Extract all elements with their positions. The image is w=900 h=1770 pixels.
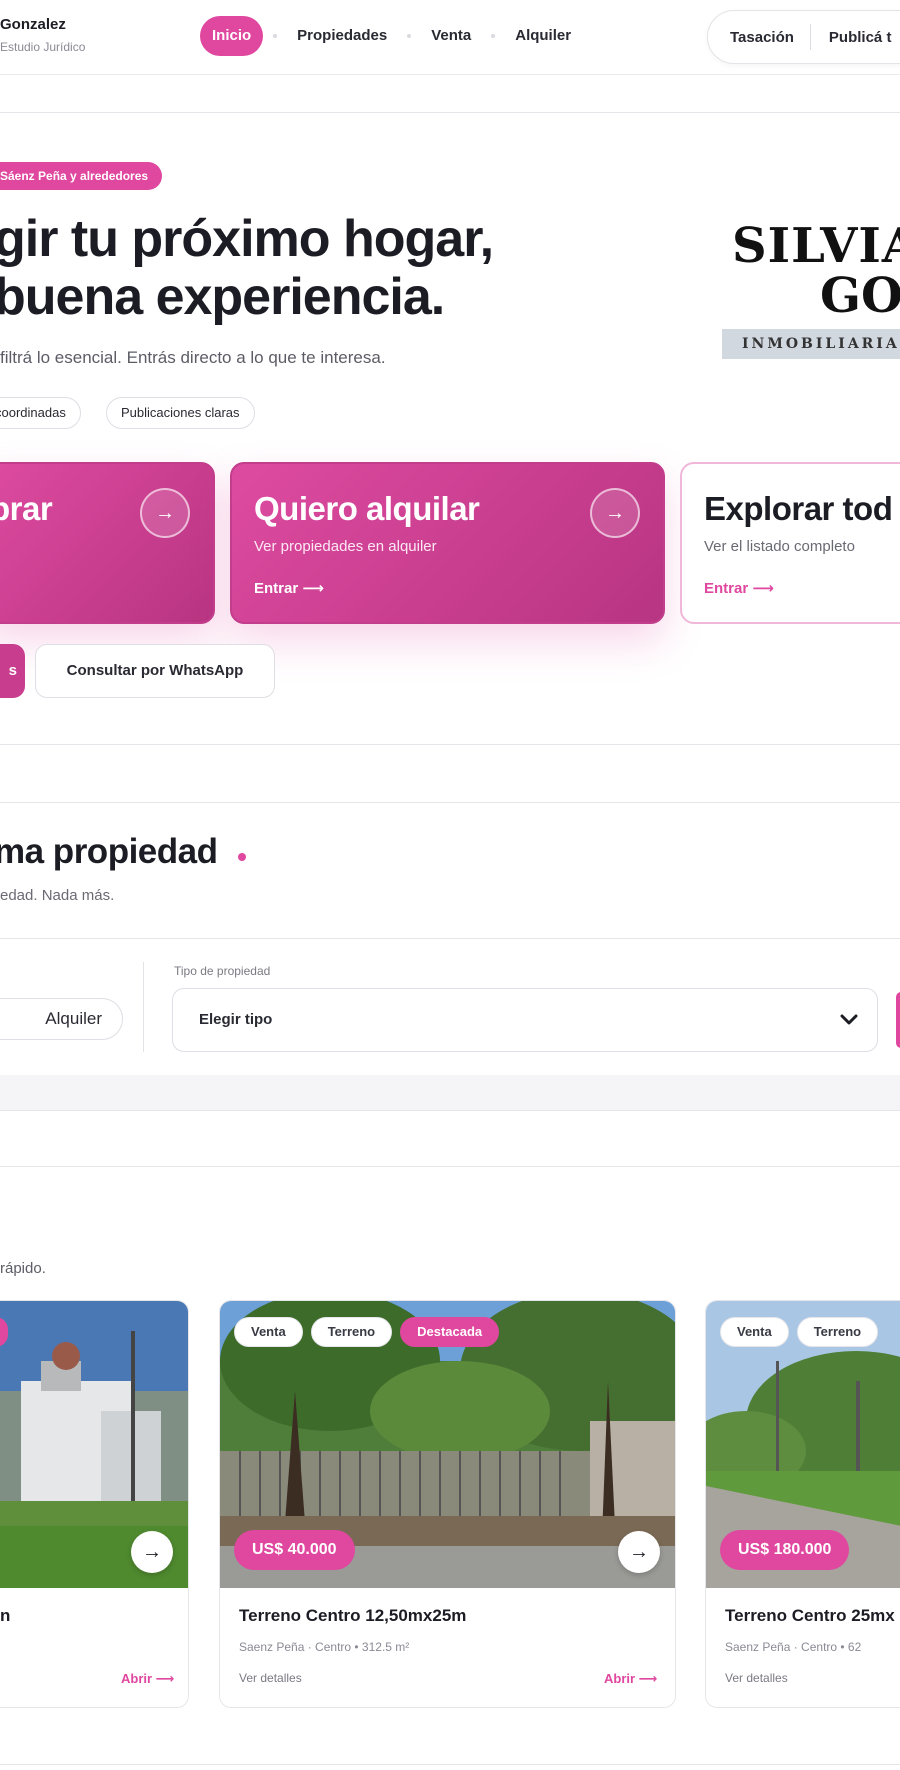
field-divider — [143, 962, 144, 1052]
property-badge: Terreno — [310, 1317, 393, 1347]
hero-title: gir tu próximo hogar, buena experiencia. — [0, 210, 494, 326]
open-arrow-button[interactable]: → — [618, 1531, 660, 1573]
property-type-label: Tipo de propiedad — [174, 964, 271, 978]
section-divider — [0, 1764, 900, 1765]
card-subtitle: Ver el listado completo — [704, 538, 855, 555]
hero-title-line1: gir tu próximo hogar, — [0, 210, 494, 268]
view-details-link[interactable]: Ver detalles — [239, 1671, 302, 1685]
hero-subtitle: filtrá lo esencial. Entrás directo a lo … — [0, 348, 386, 367]
operation-alquiler-toggle[interactable]: Alquiler — [0, 998, 123, 1040]
primary-cta-button[interactable]: s — [0, 644, 25, 698]
property-photo[interactable]: Venta Terreno Destacada US$ 40.000 → — [220, 1301, 675, 1588]
feature-chip: coordinadas — [0, 397, 81, 429]
logo-tagline: INMOBILIARIA - — [722, 329, 900, 359]
property-badges: Venta Terreno Destacada — [234, 1317, 500, 1347]
property-badge: s — [0, 1317, 9, 1347]
property-card[interactable]: Venta Terreno Destacada US$ 40.000 → Ter… — [219, 1300, 676, 1708]
brand-logo: SILVIA GO INMOBILIARIA - — [722, 218, 900, 368]
property-title[interactable]: Terreno Centro 25mx — [725, 1606, 895, 1626]
card-alquilar[interactable]: Quiero alquilar Ver propiedades en alqui… — [230, 462, 665, 624]
listings-subtitle: rápido. — [0, 1260, 46, 1277]
search-panel-footer — [0, 1075, 900, 1111]
logo-line1: SILVIA — [732, 218, 900, 274]
search-submit-button[interactable] — [896, 992, 900, 1048]
header-actions: Tasación Publicá t — [707, 10, 900, 64]
nav-separator — [407, 34, 412, 38]
nav-item-propiedades[interactable]: Propiedades — [287, 16, 397, 56]
property-badge: Venta — [234, 1317, 303, 1347]
whatsapp-button[interactable]: Consultar por WhatsApp — [35, 644, 275, 698]
card-enter-link[interactable]: Entrar ⟶ — [704, 579, 774, 597]
featured-badge: Destacada — [400, 1317, 500, 1347]
hero-title-line2: buena experiencia. — [0, 268, 445, 326]
card-title: Explorar tod — [704, 490, 893, 527]
nav-separator — [273, 34, 278, 38]
card-title: Quiero alquilar — [254, 490, 480, 527]
nav-item-alquiler[interactable]: Alquiler — [505, 16, 581, 56]
property-title[interactable]: Terreno Centro 12,50mx25m — [239, 1606, 466, 1626]
nav-separator — [491, 34, 496, 38]
open-link[interactable]: Abrir ⟶ — [121, 1671, 174, 1687]
property-badges: s — [0, 1317, 9, 1347]
chevron-down-icon — [840, 1014, 858, 1025]
card-title: prar — [0, 490, 53, 527]
section-divider — [0, 112, 900, 113]
brand-subtitle: Estudio Jurídico — [0, 40, 86, 54]
section-divider — [0, 744, 900, 745]
property-photo[interactable]: Venta Terreno US$ 180.000 — [706, 1301, 900, 1588]
arrow-right-icon[interactable]: → — [590, 488, 640, 538]
site-header: Gonzalez Estudio Jurídico Inicio Propied… — [0, 0, 900, 75]
property-type-select[interactable]: Elegir tipo — [172, 988, 878, 1052]
publica-link[interactable]: Publicá t — [811, 29, 892, 46]
search-section-title: ma propiedad — [0, 832, 218, 871]
location-badge: Sáenz Peña y alrededores — [0, 162, 163, 190]
open-arrow-button[interactable]: → — [131, 1531, 173, 1573]
nav-item-venta[interactable]: Venta — [421, 16, 481, 56]
card-comprar[interactable]: prar → — [0, 462, 215, 624]
property-meta: Saenz Peña · Centro • 62 — [725, 1640, 862, 1654]
property-meta: Saenz Peña · Centro • 312.5 m² — [239, 1640, 410, 1654]
card-explorar[interactable]: Explorar tod Ver el listado completo Ent… — [680, 462, 900, 624]
arrow-right-icon[interactable]: → — [140, 488, 190, 538]
section-divider — [0, 802, 900, 803]
title-accent-dot — [238, 853, 246, 861]
feature-chip: Publicaciones claras — [106, 397, 255, 429]
open-link[interactable]: Abrir ⟶ — [604, 1671, 657, 1687]
card-subtitle: Ver propiedades en alquiler — [254, 538, 437, 555]
property-photo[interactable]: s → — [0, 1301, 188, 1588]
property-price: US$ 40.000 — [234, 1530, 355, 1570]
brand-name[interactable]: Gonzalez — [0, 16, 66, 33]
property-badge: Terreno — [796, 1317, 879, 1347]
search-section-subtitle: edad. Nada más. — [0, 887, 115, 904]
property-type-value: Elegir tipo — [199, 1011, 273, 1028]
property-badge: Venta — [720, 1317, 789, 1347]
property-price: US$ 180.000 — [720, 1530, 850, 1570]
logo-line2: GO — [820, 268, 900, 324]
main-nav: Inicio Propiedades Venta Alquiler — [200, 16, 581, 56]
property-card[interactable]: s → n Abrir ⟶ — [0, 1300, 189, 1708]
view-details-link[interactable]: Ver detalles — [725, 1671, 788, 1685]
tasacion-link[interactable]: Tasación — [708, 29, 810, 46]
nav-item-inicio[interactable]: Inicio — [200, 16, 264, 56]
property-badges: Venta Terreno — [720, 1317, 879, 1347]
card-enter-link[interactable]: Entrar ⟶ — [254, 579, 324, 597]
property-card[interactable]: Venta Terreno US$ 180.000 Terreno Centro… — [705, 1300, 900, 1708]
section-divider — [0, 1166, 900, 1167]
property-title[interactable]: n — [0, 1606, 10, 1626]
